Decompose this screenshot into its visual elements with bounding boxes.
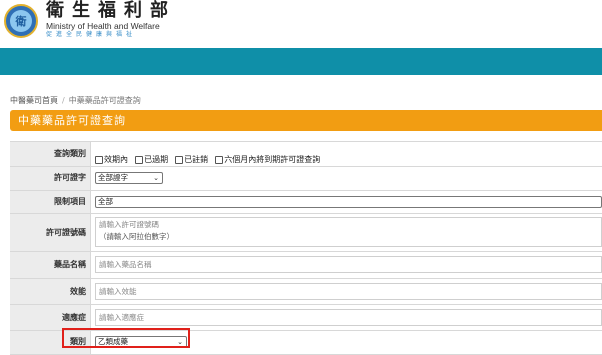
checkbox-cancelled[interactable]: 已註銷 (175, 155, 208, 165)
brand-name-en: Ministry of Health and Welfare (46, 21, 160, 31)
drug-name-label: 藥品名稱 (54, 260, 86, 269)
checkbox-expired[interactable]: 已過期 (135, 155, 168, 165)
checkbox-expiring-soon-label: 六個月內將到期許可證查詢 (224, 155, 321, 164)
drug-name-label-cell: 藥品名稱 (10, 252, 91, 278)
restriction-select[interactable]: 全部 (95, 196, 602, 208)
license-number-input[interactable]: 請輸入許可證號碼 （請輸入阿拉伯數字） (95, 217, 602, 247)
license-prefix-select[interactable]: 全部證字 ⌄ (95, 172, 163, 184)
chevron-down-icon: ⌄ (153, 174, 159, 182)
checkbox-icon[interactable] (135, 156, 144, 164)
restriction-row: 限制項目 全部 (10, 190, 602, 213)
query-type-label-cell: 查詢類別 (10, 142, 91, 166)
checkbox-cancelled-label: 已註銷 (184, 155, 209, 164)
efficacy-input[interactable]: 請輸入效能 (95, 283, 602, 300)
restriction-label: 限制項目 (54, 197, 86, 206)
license-number-label: 許可證號碼 (46, 228, 86, 237)
license-prefix-label-cell: 許可證字 (10, 167, 91, 190)
license-number-row: 許可證號碼 請輸入許可證號碼 （請輸入阿拉伯數字） (10, 213, 602, 251)
indication-placeholder: 請輸入適應症 (99, 313, 144, 322)
checkbox-icon[interactable] (95, 156, 103, 164)
checkbox-icon[interactable] (215, 156, 224, 164)
license-number-label-cell: 許可證號碼 (10, 214, 91, 251)
license-prefix-label: 許可證字 (54, 173, 86, 182)
search-form: 查詢類別 效期內 已過期 已註銷 六個月內將到期許可證查詢 許可證字 全部證字 … (10, 141, 602, 355)
efficacy-placeholder: 請輸入效能 (99, 287, 137, 296)
indication-row: 適應症 請輸入適應症 (10, 304, 602, 330)
license-prefix-value: 全部證字 (98, 173, 128, 182)
checkbox-icon[interactable] (175, 156, 184, 164)
indication-input[interactable]: 請輸入適應症 (95, 309, 602, 326)
license-prefix-row: 許可證字 全部證字 ⌄ (10, 166, 602, 190)
drug-name-input[interactable]: 請輸入藥品名稱 (95, 256, 602, 273)
indication-label: 適應症 (62, 313, 86, 322)
ministry-emblem-icon: 衛 (10, 10, 32, 32)
breadcrumb: 中醫藥司首頁 / 中藥藥品許可證查詢 (10, 96, 141, 106)
checkbox-expired-label: 已過期 (144, 155, 169, 164)
query-type-label: 查詢類別 (54, 149, 86, 158)
efficacy-label: 效能 (70, 287, 86, 296)
category-highlight-frame (62, 328, 190, 348)
checkbox-expiring-soon[interactable]: 六個月內將到期許可證查詢 (215, 155, 320, 165)
restriction-label-cell: 限制項目 (10, 191, 91, 213)
checkbox-valid[interactable]: 效期內 (95, 155, 128, 165)
drug-name-row: 藥品名稱 請輸入藥品名稱 (10, 251, 602, 278)
restriction-value: 全部 (98, 197, 113, 206)
breadcrumb-separator: / (62, 96, 65, 105)
site-header: 衛 衛生福利部 Ministry of Health and Welfare 促… (0, 0, 602, 48)
license-number-placeholder: 請輸入許可證號碼 (99, 220, 159, 229)
navigation-bar (0, 48, 602, 75)
efficacy-row: 效能 請輸入效能 (10, 278, 602, 304)
efficacy-label-cell: 效能 (10, 279, 91, 304)
indication-label-cell: 適應症 (10, 305, 91, 330)
breadcrumb-current: 中藥藥品許可證查詢 (68, 96, 141, 105)
license-number-hint: （請輸入阿拉伯數字） (99, 232, 174, 241)
drug-name-placeholder: 請輸入藥品名稱 (99, 260, 152, 269)
ministry-logo[interactable]: 衛 (4, 4, 38, 38)
brand-slogan: 促進全民健康與福祉 (46, 31, 137, 38)
brand-name-zh: 衛生福利部 (46, 0, 176, 21)
page-title: 中藥藥品許可證查詢 (18, 114, 126, 127)
breadcrumb-home-link[interactable]: 中醫藥司首頁 (10, 96, 58, 105)
page-title-bar: 中藥藥品許可證查詢 (10, 110, 602, 131)
checkbox-valid-label: 效期內 (104, 155, 128, 164)
query-type-row: 查詢類別 效期內 已過期 已註銷 六個月內將到期許可證查詢 (10, 141, 602, 166)
